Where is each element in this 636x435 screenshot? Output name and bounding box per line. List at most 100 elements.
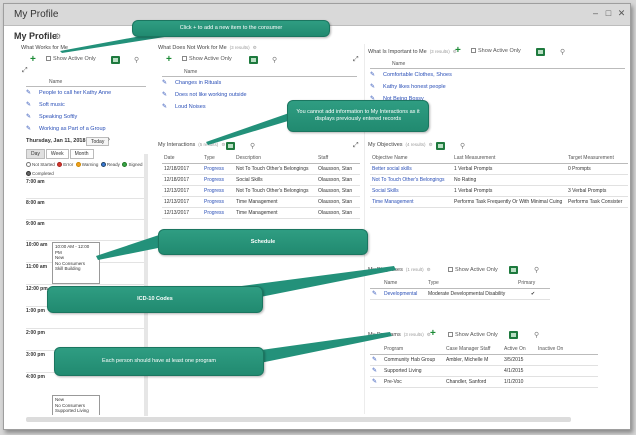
column-header[interactable]: Type xyxy=(202,154,234,164)
search-icon[interactable]: ⚲ xyxy=(534,266,539,274)
tab-month[interactable]: Month xyxy=(69,149,94,159)
cell-objective-link[interactable]: Time Management xyxy=(370,196,452,208)
calendar-event[interactable]: 10:00 AM - 12:00 PM New No Consumers Ski… xyxy=(52,242,100,284)
edit-icon[interactable]: ✎ xyxy=(162,92,167,98)
prev-day-icon[interactable]: ‹ xyxy=(78,137,80,143)
cell-type-link[interactable]: Progress xyxy=(202,196,234,208)
show-active-checkbox[interactable] xyxy=(471,48,476,54)
edit-icon[interactable]: ✎ xyxy=(370,365,382,377)
table-row[interactable]: Better social skills 1 Verbal Prompts 0 … xyxy=(370,163,628,175)
show-active-checkbox[interactable] xyxy=(448,332,453,338)
tab-week[interactable]: Week xyxy=(45,149,69,159)
column-header[interactable]: Staff xyxy=(316,154,360,164)
column-header[interactable]: Type xyxy=(426,279,516,289)
excel-export-icon[interactable] xyxy=(249,56,258,64)
cell-type-link[interactable]: Progress xyxy=(202,163,234,175)
column-header[interactable]: Date xyxy=(162,154,202,164)
show-active-checkbox[interactable] xyxy=(46,56,51,62)
list-item[interactable]: ✎ Soft music xyxy=(26,99,146,111)
edit-icon[interactable]: ✎ xyxy=(162,80,167,86)
excel-export-icon[interactable] xyxy=(509,266,518,274)
edit-icon[interactable]: ✎ xyxy=(370,376,382,388)
cell-type-link[interactable]: Progress xyxy=(202,174,234,186)
list-item[interactable]: ✎ Kathy likes honest people xyxy=(370,81,625,93)
tab-day[interactable]: Day xyxy=(26,149,45,159)
table-row[interactable]: 12/13/2017 Progress Time Management Olau… xyxy=(162,196,360,208)
column-header[interactable]: Last Measurement xyxy=(452,154,566,164)
maximize-icon[interactable]: □ xyxy=(603,8,614,19)
show-active-checkbox[interactable] xyxy=(448,267,453,273)
column-header[interactable]: Name xyxy=(382,279,426,289)
search-icon[interactable]: ⚲ xyxy=(250,142,255,150)
edit-icon[interactable]: ✎ xyxy=(26,126,31,132)
add-what-does-not-work-button[interactable]: + xyxy=(166,55,172,65)
list-item[interactable]: ✎ Changes in Rituals xyxy=(162,77,357,89)
table-row[interactable]: Social Skills 1 Verbal Prompts 3 Verbal … xyxy=(370,185,628,197)
excel-export-icon[interactable] xyxy=(436,142,445,150)
what-does-not-work-active-toggle[interactable]: Show Active Only xyxy=(182,56,232,66)
edit-icon[interactable]: ✎ xyxy=(370,354,382,366)
horizontal-scrollbar[interactable] xyxy=(26,417,571,422)
cell-objective-link[interactable]: Social Skills xyxy=(370,185,452,197)
excel-export-icon[interactable] xyxy=(111,56,120,64)
list-item[interactable]: ✎ Speaking Softly xyxy=(26,111,146,123)
table-row[interactable]: Not To Touch Other's Belongings No Ratin… xyxy=(370,174,628,186)
cell-type-link[interactable]: Progress xyxy=(202,207,234,219)
edit-icon[interactable]: ✎ xyxy=(26,90,31,96)
excel-export-icon[interactable] xyxy=(536,48,545,56)
what-works-active-toggle[interactable]: Show Active Only xyxy=(46,56,96,66)
programs-active-toggle[interactable]: Show Active Only xyxy=(448,332,498,342)
show-active-checkbox[interactable] xyxy=(182,56,187,62)
edit-icon[interactable]: ✎ xyxy=(370,288,382,300)
column-header[interactable]: Primary xyxy=(516,279,550,289)
diagnoses-active-toggle[interactable]: Show Active Only xyxy=(448,267,498,277)
edit-icon[interactable]: ✎ xyxy=(370,84,375,90)
calendar-event[interactable]: New No Consumers Supported Living xyxy=(52,395,100,415)
search-icon[interactable]: ⚲ xyxy=(134,56,139,64)
cell-name-link[interactable]: Developmental xyxy=(382,288,426,300)
table-row[interactable]: ✎ Supported Living 4/1/2015 xyxy=(370,365,598,377)
list-item[interactable]: ✎ People to call her Kathy Anne xyxy=(26,87,146,99)
close-icon[interactable]: ✕ xyxy=(616,8,627,19)
table-row[interactable]: 12/18/2017 Progress Not To Touch Other's… xyxy=(162,163,360,175)
cell-type-link[interactable]: Progress xyxy=(202,185,234,197)
table-row[interactable]: ✎ Community Hab Group Ambler, Michelle M… xyxy=(370,354,598,366)
add-what-is-important-button[interactable]: + xyxy=(455,46,461,56)
cell-objective-link[interactable]: Not To Touch Other's Belongings xyxy=(370,174,452,186)
edit-icon[interactable]: ✎ xyxy=(26,102,31,108)
today-button[interactable]: Today xyxy=(86,137,110,146)
table-row[interactable]: ✎ Pre-Voc Chandler, Sanford 1/1/2010 xyxy=(370,376,598,388)
list-item[interactable]: ✎ Comfortable Clothes, Shoes xyxy=(370,69,625,81)
column-header[interactable]: Program xyxy=(382,345,444,355)
table-row[interactable]: 12/18/2017 Progress Social Skills Olauss… xyxy=(162,174,360,186)
column-header[interactable]: Description xyxy=(234,154,316,164)
column-header[interactable]: Objective Name xyxy=(370,154,452,164)
list-item[interactable]: ✎ Working as Part of a Group xyxy=(26,123,146,135)
next-day-icon[interactable]: › xyxy=(108,137,110,143)
calendar-scrollbar[interactable] xyxy=(144,154,148,416)
search-icon[interactable]: ⚲ xyxy=(534,331,539,339)
excel-export-icon[interactable] xyxy=(226,142,235,150)
search-icon[interactable]: ⚲ xyxy=(460,142,465,150)
column-header[interactable]: Target Measurement xyxy=(566,154,628,164)
table-row[interactable]: 12/13/2017 Progress Not To Touch Other's… xyxy=(162,185,360,197)
edit-icon[interactable]: ✎ xyxy=(162,104,167,110)
expand-icon[interactable]: ⤢ xyxy=(353,56,359,64)
add-what-works-button[interactable]: + xyxy=(30,55,36,65)
what-is-important-active-toggle[interactable]: Show Active Only xyxy=(471,48,521,58)
minimize-icon[interactable]: – xyxy=(590,8,601,19)
cell-objective-link[interactable]: Better social skills xyxy=(370,163,452,175)
expand-icon[interactable]: ⤢ xyxy=(353,142,359,150)
search-icon[interactable]: ⚲ xyxy=(560,48,565,56)
table-row[interactable]: Time Management Performs Task Frequently… xyxy=(370,196,628,208)
column-header[interactable]: Case Manager Staff xyxy=(444,345,502,355)
search-icon[interactable]: ⚲ xyxy=(272,56,277,64)
gear-icon[interactable]: ⚙ xyxy=(54,32,61,41)
expand-icon[interactable]: ⤢ xyxy=(22,67,28,75)
excel-export-icon[interactable] xyxy=(509,331,518,339)
column-header[interactable]: Active On xyxy=(502,345,536,355)
add-program-button[interactable]: + xyxy=(430,329,436,339)
table-row[interactable]: ✎ Developmental Moderate Developmental D… xyxy=(370,288,550,300)
table-row[interactable]: 12/13/2017 Progress Time Management Olau… xyxy=(162,207,360,219)
edit-icon[interactable]: ✎ xyxy=(370,72,375,78)
